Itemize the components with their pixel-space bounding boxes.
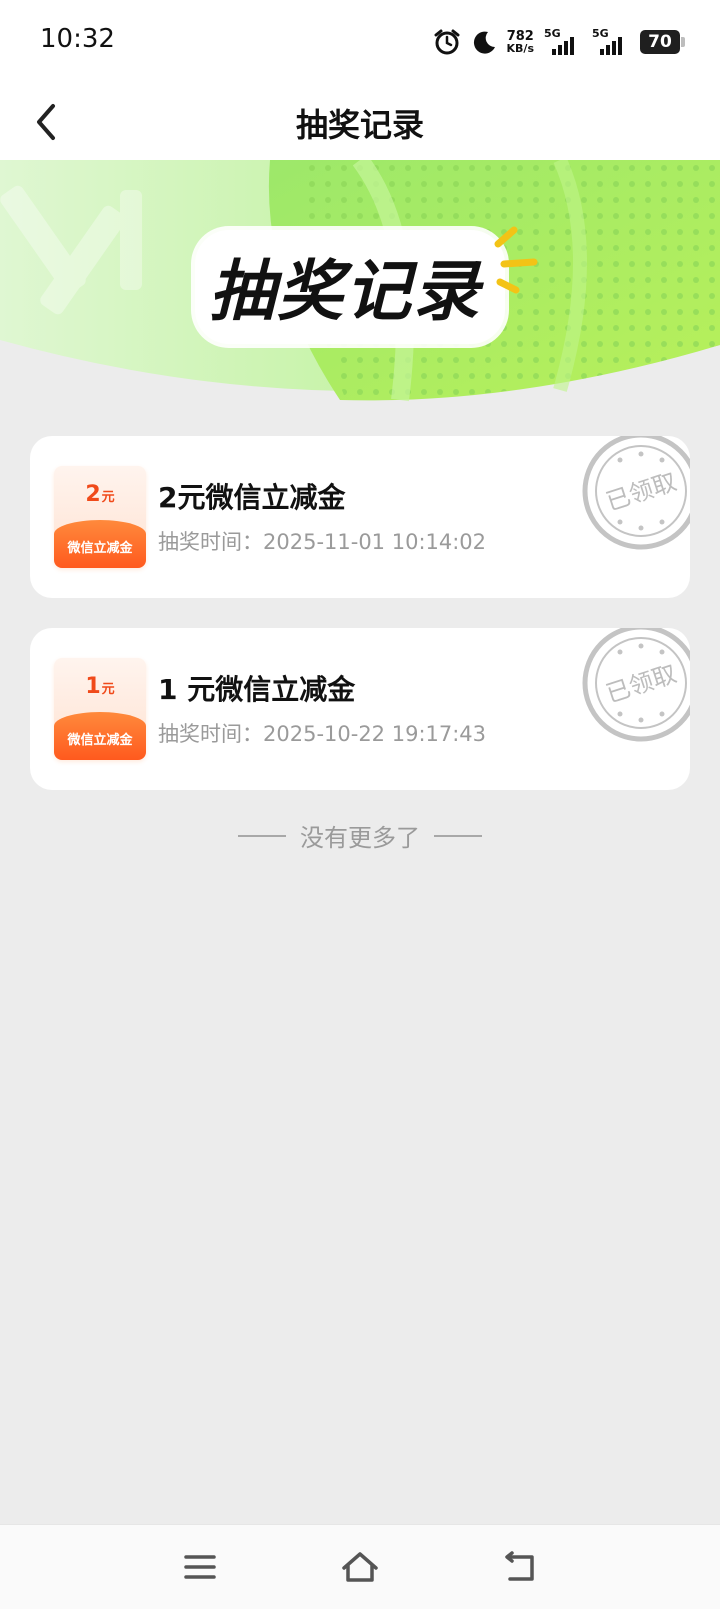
divider-line bbox=[434, 834, 482, 837]
no-more-indicator: 没有更多了 bbox=[0, 818, 720, 853]
battery-level: 70 bbox=[648, 32, 672, 52]
coupon-label: 微信立减金 bbox=[67, 541, 133, 556]
coupon-amount: 2元 bbox=[54, 482, 146, 507]
record-time: 抽奖时间：2025-10-22 19:17:43 bbox=[158, 722, 487, 746]
home-button[interactable] bbox=[336, 1545, 384, 1589]
moon-icon bbox=[473, 31, 495, 54]
coupon-thumbnail: 2元 微信立减金 bbox=[54, 466, 146, 568]
divider-line bbox=[238, 834, 286, 837]
menu-icon bbox=[184, 1555, 216, 1579]
status-icons: 782 KB/s 5G 5G 70 bbox=[433, 22, 685, 62]
claimed-stamp: 已领取 bbox=[582, 436, 690, 550]
sparkle-icon bbox=[494, 226, 538, 294]
banner: 抽奖记录 bbox=[0, 160, 720, 405]
status-time: 10:32 bbox=[40, 24, 115, 54]
record-title: 2元微信立减金 bbox=[158, 481, 346, 514]
coupon-amount-value: 1 bbox=[85, 674, 101, 699]
signal-icon: 5G bbox=[544, 27, 582, 55]
network-speed-unit: KB/s bbox=[506, 42, 534, 55]
signal-icon: 5G bbox=[592, 27, 630, 55]
coupon-amount-unit: 元 bbox=[101, 682, 115, 697]
stamp-text: 已领取 bbox=[603, 660, 680, 709]
nav-bar: 抽奖记录 bbox=[0, 84, 720, 160]
status-bar: 10:32 782 KB/s 5G 5G 70 bbox=[0, 0, 720, 84]
battery-icon: 70 bbox=[640, 30, 685, 54]
alarm-icon bbox=[434, 29, 460, 55]
stamp-text: 已领取 bbox=[603, 468, 680, 517]
coupon-amount-unit: 元 bbox=[101, 490, 115, 505]
back-nav-button[interactable] bbox=[496, 1545, 544, 1589]
menu-button[interactable] bbox=[176, 1545, 224, 1589]
record-card[interactable]: 2元 微信立减金 2元微信立减金 抽奖时间：2025-11-01 10:14:0… bbox=[30, 436, 690, 598]
claimed-stamp: 已领取 bbox=[582, 628, 690, 742]
banner-title: 抽奖记录 bbox=[209, 253, 481, 330]
record-list: 2元 微信立减金 2元微信立减金 抽奖时间：2025-11-01 10:14:0… bbox=[30, 436, 690, 820]
page-title: 抽奖记录 bbox=[295, 106, 424, 144]
no-more-text: 没有更多了 bbox=[300, 824, 420, 852]
coupon-label: 微信立减金 bbox=[67, 733, 133, 748]
network-speed: 782 KB/s bbox=[507, 30, 534, 54]
coupon-amount-value: 2 bbox=[85, 482, 101, 507]
record-card[interactable]: 1元 微信立减金 1 元微信立减金 抽奖时间：2025-10-22 19:17:… bbox=[30, 628, 690, 790]
home-icon bbox=[342, 1552, 378, 1582]
coupon-thumbnail: 1元 微信立减金 bbox=[54, 658, 146, 760]
system-nav-bar bbox=[0, 1524, 720, 1609]
back-arrow-icon bbox=[505, 1551, 534, 1581]
coupon-amount: 1元 bbox=[54, 674, 146, 699]
record-time: 抽奖时间：2025-11-01 10:14:02 bbox=[158, 530, 487, 554]
record-title: 1 元微信立减金 bbox=[158, 673, 356, 706]
banner-title-box: 抽奖记录 bbox=[195, 230, 505, 344]
